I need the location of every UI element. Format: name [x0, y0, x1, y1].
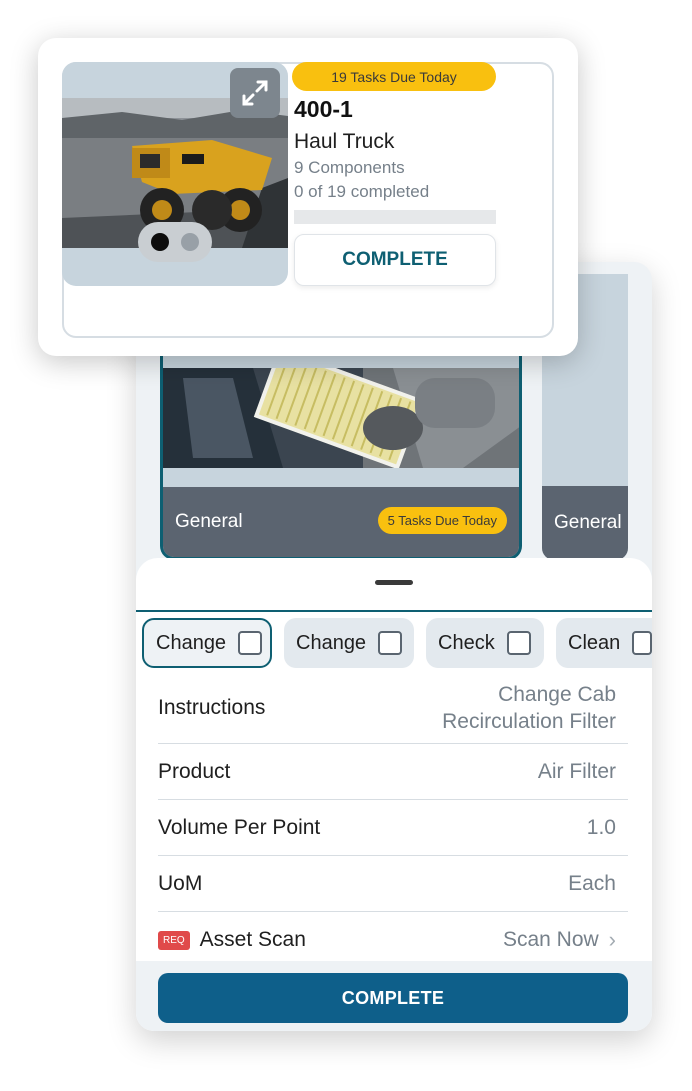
checkbox-icon[interactable] — [238, 631, 263, 655]
task-tab-label: Change — [156, 631, 227, 654]
asset-scan-label-group: REQ Asset Scan — [158, 928, 306, 952]
component-footer: General 5 Tasks Due Today — [163, 487, 519, 557]
carousel-indicator[interactable] — [138, 222, 212, 262]
asset-type: Haul Truck — [294, 130, 395, 153]
detail-label: Volume Per Point — [158, 815, 321, 839]
checkbox-icon[interactable] — [632, 631, 652, 655]
detail-value: 1.0 — [586, 815, 616, 839]
detail-value: Air Filter — [537, 759, 616, 783]
required-badge: REQ — [158, 930, 190, 950]
tasks-due-badge: 19 Tasks Due Today — [292, 62, 496, 91]
detail-row-uom: UoM Each — [158, 856, 628, 912]
expand-icon[interactable] — [230, 68, 280, 118]
task-screen: General 5 Tasks Due Today General Change… — [136, 262, 652, 1031]
component-name: General — [175, 511, 243, 532]
detail-label: Asset Scan — [199, 928, 306, 951]
component-name: General — [554, 512, 622, 533]
component-footer: General — [542, 486, 628, 560]
task-tab-label: Change — [296, 631, 367, 654]
task-tab-check[interactable]: Check — [426, 618, 544, 668]
scan-now-link[interactable]: Scan Now › — [503, 927, 628, 953]
complete-asset-button[interactable]: COMPLETE — [294, 234, 496, 286]
tasks-due-badge: 5 Tasks Due Today — [377, 507, 507, 534]
detail-row-asset-scan[interactable]: REQ Asset Scan Scan Now › — [158, 912, 628, 968]
filter-photo — [163, 368, 519, 468]
carousel-dot[interactable] — [181, 233, 199, 251]
asset-card-popup: 19 Tasks Due Today 400-1 Haul Truck 9 Co… — [38, 38, 578, 356]
task-tab-change[interactable]: Change — [142, 618, 272, 668]
chevron-right-icon: › — [608, 927, 616, 952]
task-tab-clean[interactable]: Clean — [556, 618, 652, 668]
progress-text: 0 of 19 completed — [294, 182, 430, 201]
checkbox-icon[interactable] — [506, 631, 531, 655]
tabs-divider — [136, 610, 652, 612]
detail-label: Product — [158, 759, 231, 783]
detail-value: Each — [568, 871, 616, 895]
checkbox-icon[interactable] — [378, 631, 403, 655]
progress-bar — [294, 210, 496, 224]
task-tab-label: Check — [438, 631, 495, 654]
detail-row-instructions: Instructions Change Cab Recirculation Fi… — [158, 672, 628, 744]
detail-row-volume: Volume Per Point 1.0 — [158, 800, 628, 856]
asset-id: 400-1 — [294, 96, 353, 122]
detail-value: Scan Now — [502, 928, 599, 951]
detail-row-product: Product Air Filter — [158, 744, 628, 800]
task-tab-change-2[interactable]: Change — [284, 618, 414, 668]
task-tab-label: Clean — [568, 631, 621, 654]
carousel-dot-active[interactable] — [151, 233, 169, 251]
asset-photo[interactable] — [62, 62, 288, 286]
component-count: 9 Components — [294, 158, 405, 177]
complete-task-button[interactable]: COMPLETE — [158, 973, 628, 1023]
sheet-drag-handle[interactable] — [375, 580, 413, 585]
detail-value: Change Cab Recirculation Filter — [442, 682, 616, 733]
detail-label: UoM — [158, 871, 203, 895]
detail-label: Instructions — [158, 695, 266, 719]
